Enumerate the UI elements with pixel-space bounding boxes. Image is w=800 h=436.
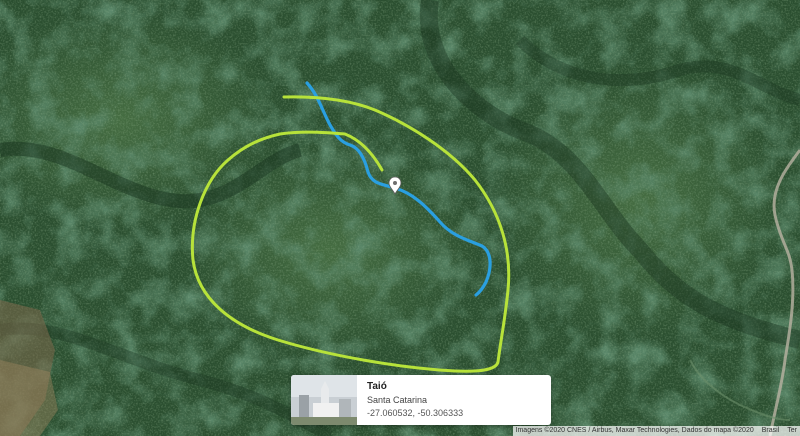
place-card-body: Taió Santa Catarina -27.060532, -50.3063… — [357, 375, 551, 425]
place-region: Santa Catarina — [367, 395, 428, 405]
place-coordinates: -27.060532, -50.306333 — [367, 408, 464, 418]
place-title[interactable]: Taió — [367, 381, 551, 393]
satellite-terrain — [0, 0, 800, 436]
country-label[interactable]: Brasil — [762, 426, 780, 436]
satellite-map[interactable] — [0, 0, 800, 436]
church-thumbnail-image — [291, 375, 357, 425]
place-thumbnail[interactable] — [291, 375, 357, 425]
place-info-card[interactable]: Taió Santa Catarina -27.060532, -50.3063… — [291, 375, 551, 425]
map-attribution: Imagens ©2020 CNES / Airbus, Maxar Techn… — [512, 426, 800, 436]
imagery-attribution: Imagens ©2020 CNES / Airbus, Maxar Techn… — [515, 427, 754, 434]
terms-link[interactable]: Ter — [787, 426, 797, 436]
